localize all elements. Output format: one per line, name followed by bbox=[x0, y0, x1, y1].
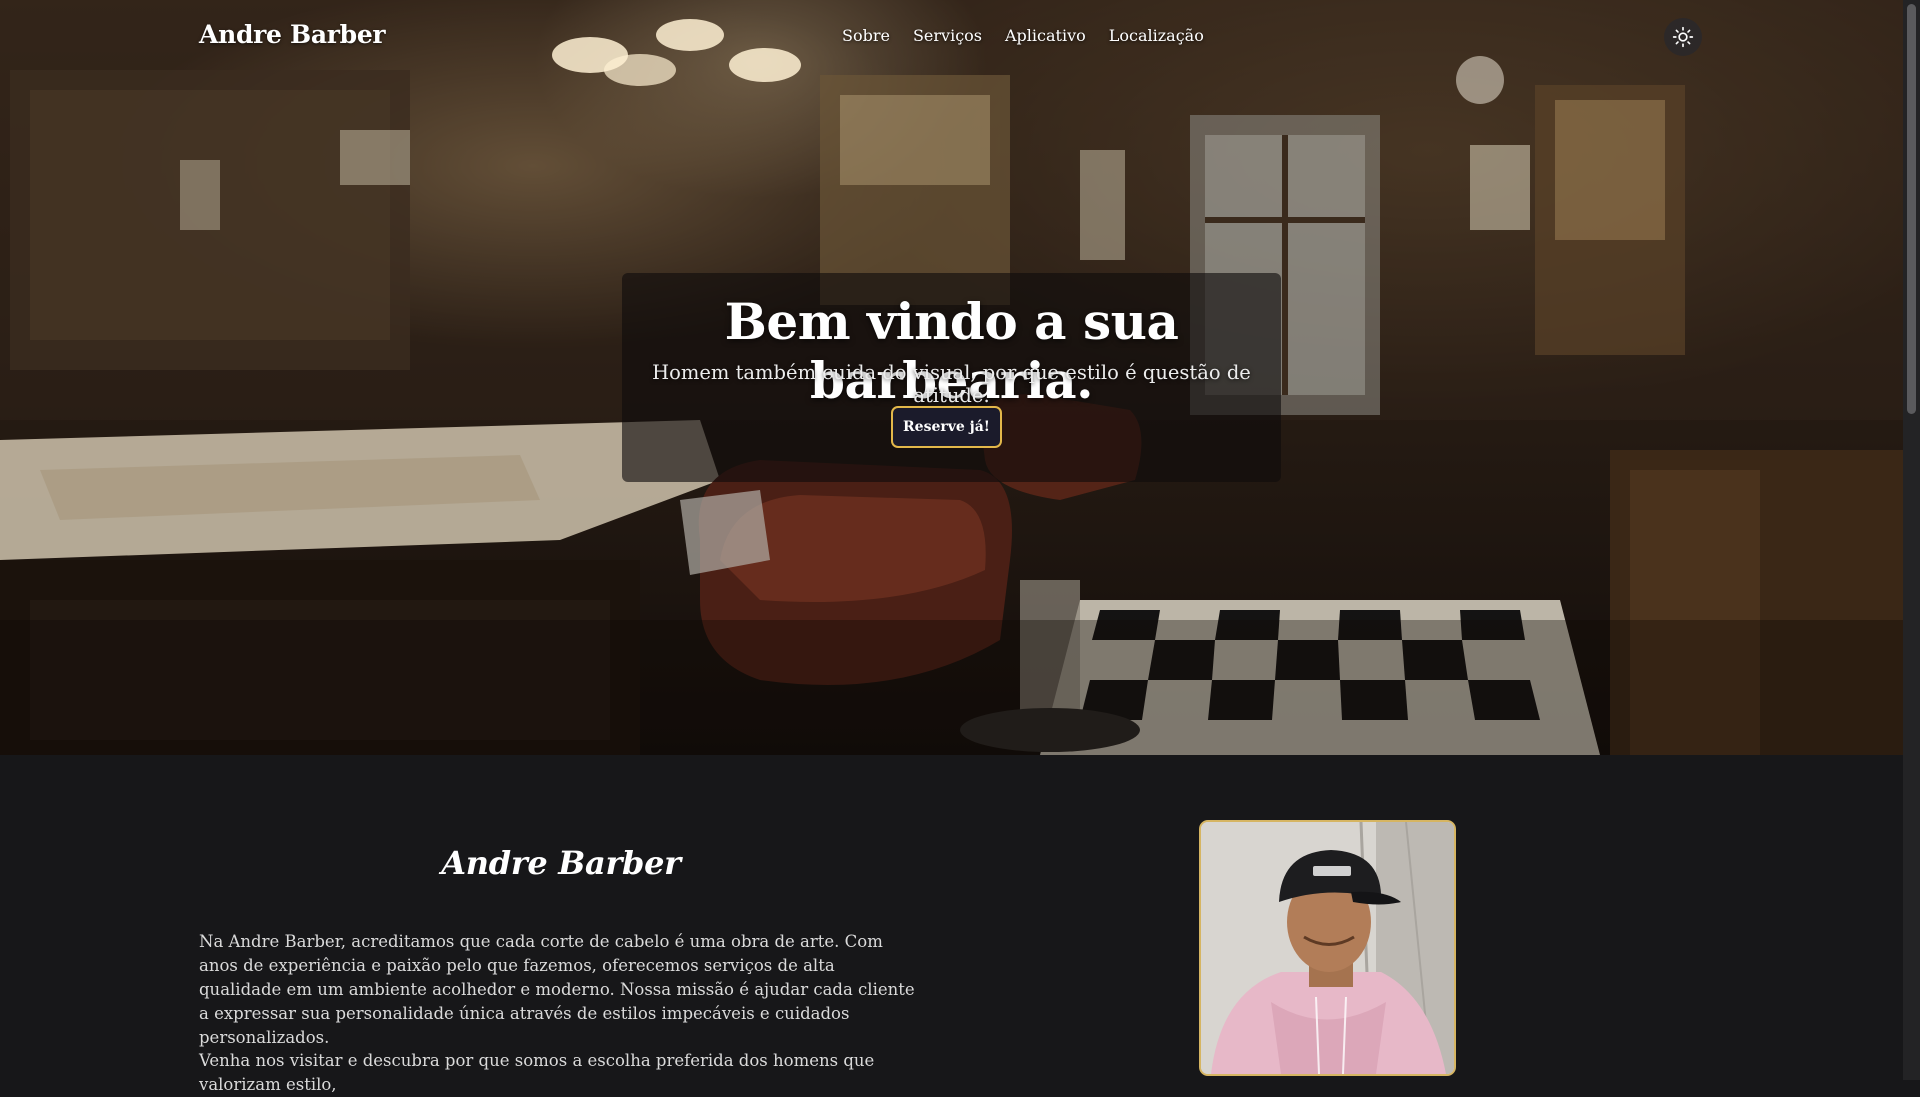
hero-subtitle: Homem também cuida do visual, por que es… bbox=[652, 361, 1251, 407]
barber-portrait bbox=[1199, 820, 1456, 1076]
sun-icon bbox=[1672, 26, 1694, 48]
about-paragraph: Venha nos visitar e descubra por que som… bbox=[199, 1051, 875, 1094]
hero-card: Bem vindo a sua barbearia. Homem também … bbox=[622, 273, 1281, 482]
nav-link-sobre[interactable]: Sobre bbox=[842, 26, 890, 45]
hero-section: Andre Barber Sobre Serviços Aplicativo L… bbox=[0, 0, 1903, 755]
portrait-image bbox=[1201, 822, 1454, 1074]
scrollbar-thumb[interactable] bbox=[1907, 4, 1916, 414]
nav-link-aplicativo[interactable]: Aplicativo bbox=[1005, 26, 1086, 45]
nav-links: Sobre Serviços Aplicativo Localização bbox=[842, 26, 1204, 45]
reserve-button[interactable]: Reserve já! bbox=[891, 406, 1002, 448]
theme-toggle-button[interactable] bbox=[1664, 18, 1702, 56]
brand-logo[interactable]: Andre Barber bbox=[199, 20, 386, 49]
about-heading: Andre Barber bbox=[441, 844, 681, 882]
page-scrollbar[interactable] bbox=[1903, 0, 1920, 1080]
nav-link-servicos[interactable]: Serviços bbox=[913, 26, 982, 45]
about-paragraph: Na Andre Barber, acreditamos que cada co… bbox=[199, 932, 915, 1047]
nav-link-localizacao[interactable]: Localização bbox=[1109, 26, 1204, 45]
top-navbar: Andre Barber Sobre Serviços Aplicativo L… bbox=[0, 0, 1903, 72]
